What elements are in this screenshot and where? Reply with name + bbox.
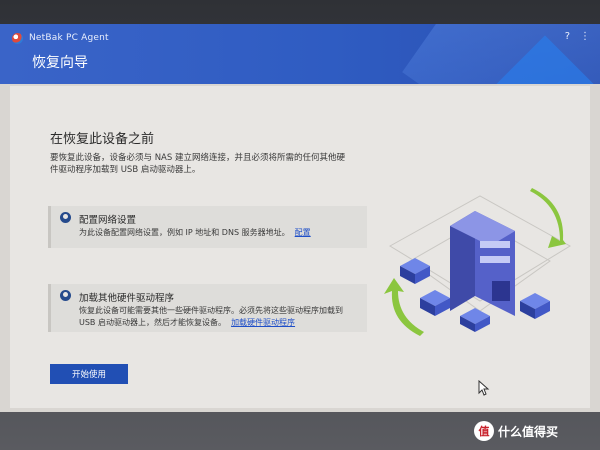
section-title: 在恢复此设备之前 xyxy=(50,132,155,147)
wizard-content: 在恢复此设备之前 要恢复此设备，设备必须与 NAS 建立网络连接，并且必须将所需… xyxy=(10,86,590,408)
card-text: 恢复此设备可能需要其他一些硬件驱动程序。必须先将这些驱动程序加载到 USB 启动… xyxy=(79,305,359,329)
app-logo-icon xyxy=(12,32,23,44)
drivers-card: 加载其他硬件驱动程序 恢复此设备可能需要其他一些硬件驱动程序。必须先将这些驱动程… xyxy=(48,284,367,332)
info-pin-icon xyxy=(60,212,71,223)
watermark: 值 什么值得买 xyxy=(474,420,558,442)
card-title: 加载其他硬件驱动程序 xyxy=(79,293,175,304)
app-title: NetBak PC Agent xyxy=(29,33,109,43)
more-menu-icon[interactable]: ⋮ xyxy=(580,32,590,42)
window-controls: ? ⋮ xyxy=(565,32,590,42)
nas-box-3 xyxy=(460,308,490,332)
info-pin-icon xyxy=(60,290,71,301)
app-window: NetBak PC Agent ? ⋮ 恢复向导 在恢复此设备之前 要恢复此设备… xyxy=(0,24,600,412)
configure-link[interactable]: 配置 xyxy=(295,228,311,237)
card-description: 恢复此设备可能需要其他一些硬件驱动程序。必须先将这些驱动程序加载到 USB 启动… xyxy=(79,306,343,327)
help-icon[interactable]: ? xyxy=(565,32,570,42)
card-text: 为此设备配置网络设置，例如 IP 地址和 DNS 服务器地址。 配置 xyxy=(79,227,359,239)
green-arrow-top xyxy=(530,188,566,248)
card-title: 配置网络设置 xyxy=(79,215,137,226)
nas-box-4 xyxy=(520,293,550,319)
window-header: NetBak PC Agent ? ⋮ 恢复向导 xyxy=(0,24,600,84)
server-tower xyxy=(450,211,515,316)
green-arrow-bottom xyxy=(384,278,424,336)
start-button[interactable]: 开始使用 xyxy=(50,364,128,384)
network-settings-card: 配置网络设置 为此设备配置网络设置，例如 IP 地址和 DNS 服务器地址。 配… xyxy=(48,206,367,248)
title-bar: NetBak PC Agent xyxy=(12,30,109,46)
card-description: 为此设备配置网络设置，例如 IP 地址和 DNS 服务器地址。 xyxy=(79,228,290,237)
watermark-text: 什么值得买 xyxy=(498,424,559,439)
watermark-logo-icon: 值 xyxy=(474,421,494,441)
nas-box-2 xyxy=(420,290,450,316)
intro-text: 要恢复此设备，设备必须与 NAS 建立网络连接，并且必须将所需的任何其他硬件驱动… xyxy=(50,153,345,175)
server-illustration xyxy=(384,188,571,336)
page-title: 恢复向导 xyxy=(32,55,88,71)
mouse-cursor-icon xyxy=(478,380,490,396)
load-drivers-link[interactable]: 加载硬件驱动程序 xyxy=(231,318,295,327)
nas-box-1 xyxy=(400,258,430,284)
